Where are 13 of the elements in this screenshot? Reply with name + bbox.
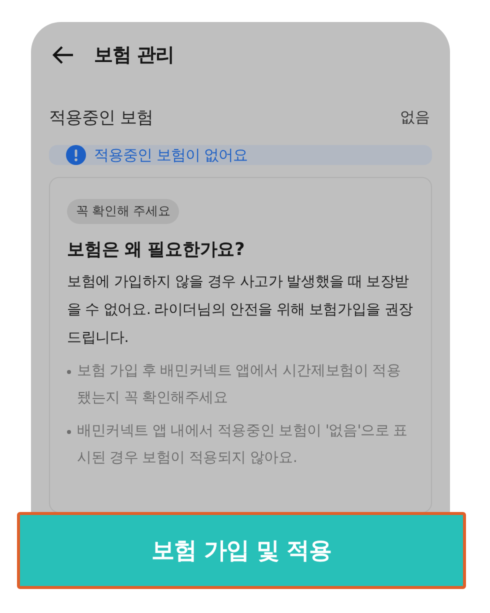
reminder-tag: 꼭 확인해 주세요	[67, 199, 180, 224]
card-heading: 보험은 왜 필요한가요?	[67, 239, 244, 261]
page-title: 보험 관리	[94, 43, 174, 68]
back-arrow-icon[interactable]	[52, 46, 74, 64]
card-paragraph: 보험에 가입하지 않을 경우 사고가 발생했을 때 보장받을 수 없어요. 라이더님의 안전을 위해 보험가입을 권장드립니다.	[67, 273, 413, 348]
status-label: 적용중인 보험	[49, 107, 153, 129]
bullet-icon	[67, 430, 71, 434]
bullet-text: 배민커넥트 앱 내에서 적용중인 보험이 '없음'으로 표시된 경우 보험이 적용되지 않아요.	[77, 422, 408, 468]
join-insurance-button[interactable]: 보험 가입 및 적용	[17, 512, 466, 589]
bullet-icon	[67, 370, 71, 374]
notice-text: 적용중인 보험이 없어요	[94, 146, 248, 164]
status-value: 없음	[400, 108, 430, 127]
bullet-text: 보험 가입 후 배민커넥트 앱에서 시간제보험이 적용됐는지 꼭 확인해주세요	[77, 362, 402, 408]
